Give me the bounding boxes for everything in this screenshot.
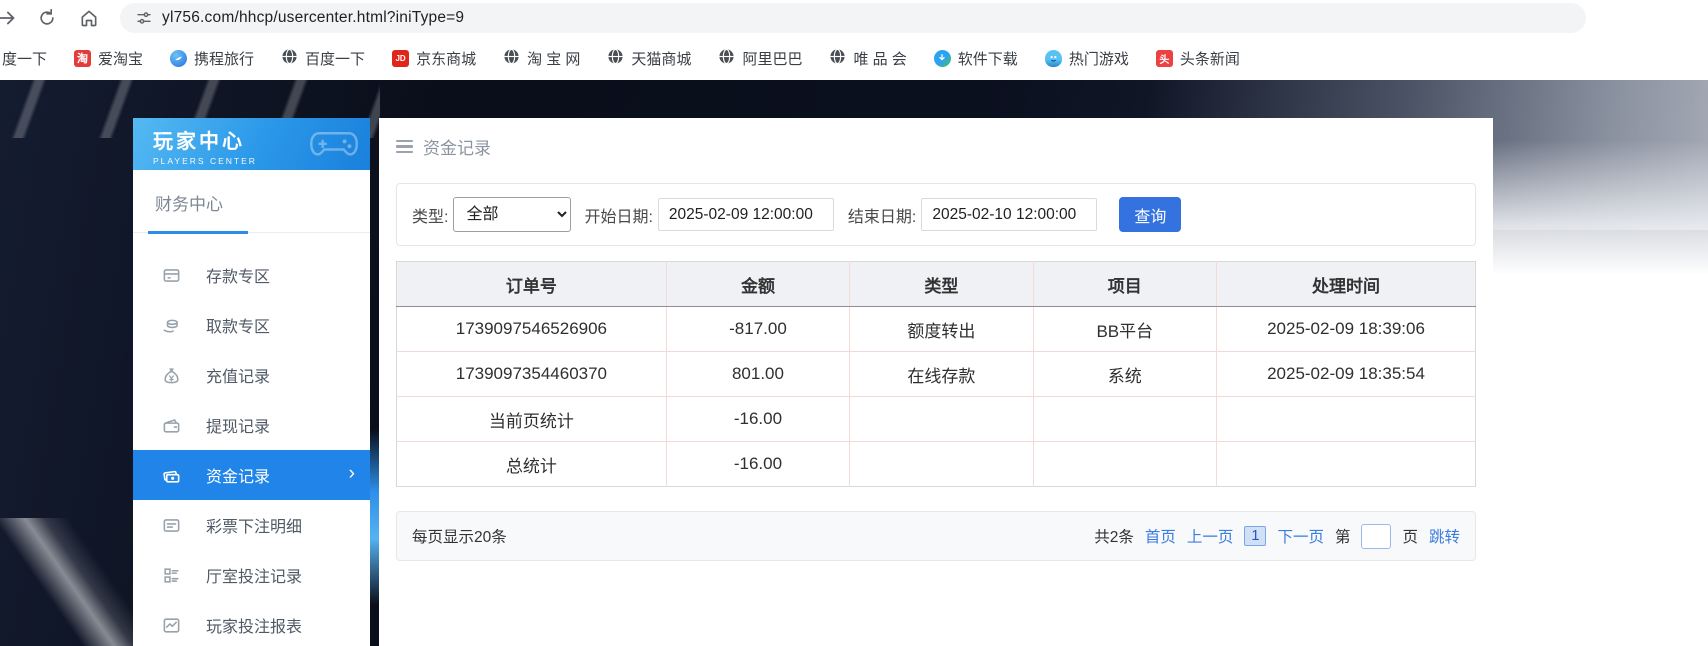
url-bar[interactable]: yl756.com/hhcp/usercenter.html?iniType=9 [120,3,1586,33]
per-page-label: 每页显示20条 [412,525,507,547]
funds-icon [162,466,181,485]
column-project: 项目 [1033,262,1216,307]
jd-icon: JD [392,50,409,67]
jump-prefix-label: 第 [1335,525,1351,547]
search-button[interactable]: 查询 [1119,197,1181,232]
table-row-grand-total: 总统计 -16.00 [397,442,1476,487]
total-count-label: 共2条 [1094,525,1134,547]
taobao-icon: 淘 [74,50,91,67]
recharge-icon [162,366,181,385]
first-page-link[interactable]: 首页 [1145,525,1176,547]
software-icon [934,50,951,67]
finance-center-tab[interactable]: 财务中心 [133,170,370,233]
prev-page-link[interactable]: 上一页 [1187,525,1234,547]
report-icon [162,616,181,635]
page-title: 资金记录 [423,134,491,159]
globe-icon [829,48,846,69]
page-number-input[interactable] [1361,524,1391,549]
deposit-icon [162,266,181,285]
withdraw-icon [162,316,181,335]
background-right-fade [1492,80,1708,646]
site-info-icon[interactable] [136,10,152,26]
bookmark-games[interactable]: 热门游戏 [1045,48,1129,69]
jump-suffix-label: 页 [1402,525,1418,547]
table-row: 1739097354460370 801.00 在线存款 系统 2025-02-… [397,352,1476,397]
reload-icon[interactable] [36,7,58,29]
bookmark-tmall[interactable]: 天猫商城 [607,48,691,69]
jump-link[interactable]: 跳转 [1429,525,1460,547]
current-page-badge[interactable]: 1 [1244,526,1266,546]
next-page-link[interactable]: 下一页 [1277,525,1324,547]
panel-header: 资金记录 [379,118,1493,159]
sidebar-item-deposit[interactable]: 存款专区 [133,250,370,300]
start-date-label: 开始日期: [584,203,652,227]
bookmark-vip[interactable]: 唯 品 会 [829,48,906,69]
type-label: 类型: [412,203,448,227]
globe-icon [281,48,298,69]
gamepad-icon [308,126,360,165]
sidebar-item-funds-record[interactable]: 资金记录 › [133,450,370,500]
table-row-page-total: 当前页统计 -16.00 [397,397,1476,442]
toutiao-icon: 头 [1156,50,1173,67]
sidebar-item-recharge[interactable]: 充值记录 [133,350,370,400]
main-panel: 资金记录 类型: 全部 开始日期: 结束日期: 查询 订单号 金额 类型 项目 … [379,118,1493,646]
sidebar-header: 玩家中心 PLAYERS CENTER [133,118,370,170]
url-text[interactable]: yl756.com/hhcp/usercenter.html?iniType=9 [162,9,464,27]
sidebar-item-cashout[interactable]: 提现记录 [133,400,370,450]
bookmark-partial[interactable]: 度一下 [2,48,47,69]
start-date-input[interactable] [658,198,834,231]
column-order-no: 订单号 [397,262,667,307]
table-header-row: 订单号 金额 类型 项目 处理时间 [397,262,1476,307]
cashout-icon [162,416,181,435]
globe-icon [718,48,735,69]
globe-icon [503,48,520,69]
bookmark-taobao-web[interactable]: 淘 宝 网 [503,48,580,69]
bookmark-toutiao[interactable]: 头 头条新闻 [1156,48,1240,69]
home-icon[interactable] [78,7,100,29]
chevron-right-icon: › [349,463,355,485]
sidebar-item-withdraw[interactable]: 取款专区 [133,300,370,350]
bookmarks-bar: 度一下 淘 爱淘宝 携程旅行 百度一下 JD 京东商城 淘 宝 网 天猫商城 阿… [0,36,1708,80]
hamburger-icon[interactable] [396,140,413,154]
sidebar: 玩家中心 PLAYERS CENTER 财务中心 存款专区 取款专区 [133,118,370,646]
funds-table: 订单号 金额 类型 项目 处理时间 1739097546526906 -817.… [396,261,1476,487]
type-select[interactable]: 全部 [453,197,571,232]
sidebar-item-hall-bets[interactable]: 厅室投注记录 [133,550,370,600]
browser-toolbar: yl756.com/hhcp/usercenter.html?iniType=9 [0,0,1708,36]
background-streak-bottom [0,518,150,646]
bookmark-jd[interactable]: JD 京东商城 [392,48,476,69]
end-date-label: 结束日期: [848,203,916,227]
page-background: 玩家中心 PLAYERS CENTER 财务中心 存款专区 取款专区 [0,80,1708,646]
end-date-input[interactable] [921,198,1097,231]
bookmark-ctrip[interactable]: 携程旅行 [170,48,254,69]
games-icon [1045,50,1062,67]
bookmark-alibaba[interactable]: 阿里巴巴 [718,48,802,69]
sidebar-menu: 存款专区 取款专区 充值记录 提现记录 资金记录 [133,233,370,646]
column-amount: 金额 [666,262,849,307]
lottery-icon [162,516,181,535]
hall-icon [162,566,181,585]
sidebar-item-lottery-detail[interactable]: 彩票下注明细 [133,500,370,550]
active-tab-underline [148,231,248,234]
sidebar-item-player-report[interactable]: 玩家投注报表 [133,600,370,646]
globe-icon [607,48,624,69]
background-blue-streak [370,430,379,605]
column-process-time: 处理时间 [1217,262,1476,307]
ctrip-icon [170,50,187,67]
bookmark-aitaobao[interactable]: 淘 爱淘宝 [74,48,143,69]
table-row: 1739097546526906 -817.00 额度转出 BB平台 2025-… [397,307,1476,352]
pagination-bar: 每页显示20条 共2条 首页 上一页 1 下一页 第 页 跳转 [396,511,1476,561]
filter-bar: 类型: 全部 开始日期: 结束日期: 查询 [396,183,1476,246]
forward-icon[interactable] [0,7,20,29]
column-type: 类型 [850,262,1033,307]
bookmark-software[interactable]: 软件下载 [934,48,1018,69]
bookmark-baidu[interactable]: 百度一下 [281,48,365,69]
